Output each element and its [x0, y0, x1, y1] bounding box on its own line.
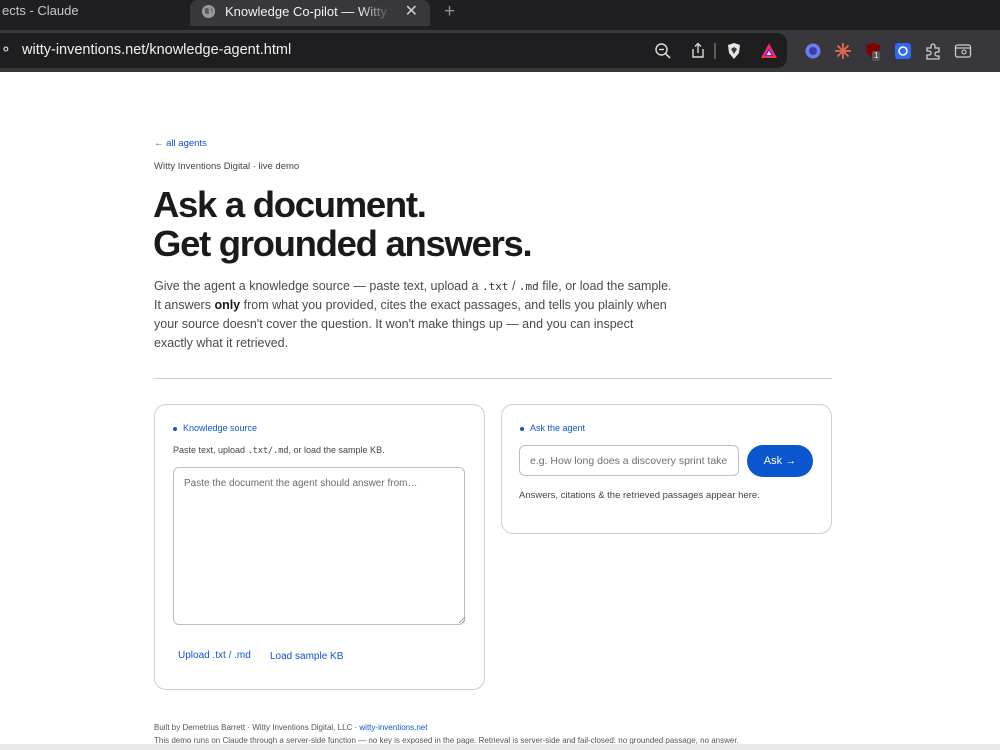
upload-button[interactable]: Upload .txt / .md [178, 650, 251, 661]
site-info-icon[interactable]: ⚬ [0, 41, 12, 58]
back-link[interactable]: ← all agents [154, 138, 207, 149]
lede: Give the agent a knowledge source — past… [154, 277, 674, 353]
resize-grip-icon[interactable] [458, 616, 466, 624]
divider [154, 378, 832, 379]
lede-text: Give the agent a knowledge source — past… [154, 279, 482, 293]
address-bar[interactable]: ⚬ witty-inventions.net/knowledge-agent.h… [0, 33, 787, 68]
lede-text: / [508, 279, 519, 293]
lede-code-txt: .txt [482, 280, 509, 293]
dot-icon [520, 426, 524, 431]
dot-icon [173, 426, 177, 431]
question-input[interactable] [519, 445, 739, 476]
extension-badge: 1 [872, 51, 881, 61]
zoom-out-icon[interactable] [654, 42, 672, 60]
eyebrow: Witty Inventions Digital · live demo [154, 161, 300, 172]
extension-icon-3[interactable]: 1 [864, 42, 882, 61]
extension-icon-2[interactable] [834, 42, 852, 60]
hint-text: Paste text, upload [173, 445, 248, 455]
footer-site-link[interactable]: witty-inventions.net [359, 723, 427, 732]
headline-line-1: Ask a document. [153, 184, 427, 225]
lede-emphasis: only [214, 298, 241, 312]
knowledge-source-card: Knowledge source Paste text, upload .txt… [154, 404, 485, 690]
headline-line-2: Get grounded answers. [153, 223, 533, 264]
tab-bar: ects - Claude Knowledge Co-pilot — Witty… [0, 0, 1000, 30]
extension-icon-1[interactable] [804, 42, 822, 60]
hint-code: .txt/.md [247, 446, 289, 456]
knowledge-source-hint: Paste text, upload .txt/.md, or load the… [173, 445, 385, 456]
knowledge-source-label-text: Knowledge source [183, 423, 258, 433]
footer-credits: Built by Demetrius Barrett · Witty Inven… [154, 723, 427, 732]
url-text[interactable]: witty-inventions.net/knowledge-agent.htm… [22, 42, 291, 58]
answers-placeholder: Answers, citations & the retrieved passa… [519, 490, 760, 501]
puzzle-icon[interactable] [924, 42, 942, 60]
ask-agent-label-text: Ask the agent [530, 423, 586, 433]
footer-text: Built by Demetrius Barrett · Witty Inven… [154, 723, 360, 732]
tab-claude[interactable]: ects - Claude [0, 0, 187, 30]
close-icon[interactable]: ✕ [405, 0, 418, 23]
knowledge-source-label: Knowledge source [173, 423, 257, 433]
new-tab-icon[interactable]: + [444, 1, 455, 23]
tab-knowledge-copilot[interactable]: Knowledge Co-pilot — Witty Inventions Di… [190, 0, 430, 26]
share-icon[interactable] [690, 42, 706, 60]
globe-icon [201, 4, 216, 19]
extension-icon-4[interactable] [894, 42, 912, 60]
page-title: Ask a document. Get grounded answers. [153, 184, 533, 264]
window-bottom-edge [0, 744, 1000, 750]
load-sample-button[interactable]: Load sample KB [270, 651, 343, 662]
brave-rewards-icon[interactable] [760, 42, 778, 60]
ask-button[interactable]: Ask → [747, 445, 813, 477]
browser-toolbar: ⚬ witty-inventions.net/knowledge-agent.h… [0, 30, 1000, 72]
lede-code-md: .md [518, 280, 539, 293]
hint-text: , or load the sample KB. [288, 445, 385, 455]
knowledge-textarea[interactable] [173, 467, 465, 625]
sidebar-icon[interactable] [954, 42, 972, 60]
ask-agent-label: Ask the agent [520, 423, 585, 433]
brave-shield-icon[interactable] [726, 42, 742, 60]
tab-title: Knowledge Co-pilot — Witty Inventions Di… [225, 0, 393, 23]
divider [714, 43, 716, 59]
tab-claude-title: ects - Claude [2, 3, 79, 18]
ask-agent-card: Ask the agent Ask → Answers, citations &… [501, 404, 832, 534]
